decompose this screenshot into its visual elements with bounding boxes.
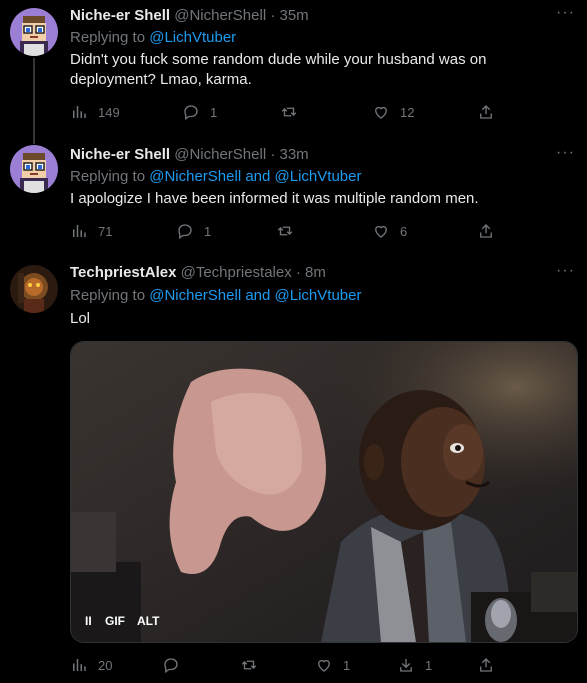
gif-frame-image (71, 342, 577, 642)
analytics-icon (73, 659, 86, 671)
analytics-icon (73, 106, 86, 118)
reply-button[interactable]: 1 (182, 102, 217, 122)
avatar[interactable] (10, 8, 58, 56)
reply-icon (178, 224, 192, 240)
retweet-button[interactable] (276, 221, 304, 241)
like-button[interactable]: 12 (372, 102, 414, 122)
display-name[interactable]: Niche-er Shell (70, 7, 170, 24)
replying-to: Replying to @LichVtuber (70, 28, 236, 48)
views-count: 20 (98, 657, 113, 673)
handle-time[interactable]: @NicherShell · 33m (174, 146, 308, 163)
share-button[interactable] (477, 221, 495, 241)
views-count: 149 (98, 104, 120, 120)
heart-icon (318, 659, 330, 672)
like-count: 1 (343, 657, 351, 673)
analytics-icon (73, 225, 86, 237)
reply-button[interactable] (162, 655, 190, 675)
action-bar: 149 1 12 (70, 102, 510, 122)
handle-time[interactable]: @Techpriestalex · 8m (181, 264, 326, 281)
action-bar: 71 1 6 (70, 221, 510, 241)
replying-and: and (241, 168, 275, 185)
retweet-icon (281, 107, 297, 117)
retweet-button[interactable] (280, 102, 308, 122)
tweet-header: Niche-er Shell @NicherShell · 33m (70, 145, 309, 165)
replying-to: Replying to @NicherShell and @LichVtuber (70, 167, 361, 187)
tweet-text: Didn't you fuck some random dude while y… (70, 51, 487, 88)
handle-time[interactable]: @NicherShell · 35m (174, 7, 308, 24)
reply-count: 1 (204, 223, 212, 239)
display-name[interactable]: Niche-er Shell (70, 146, 170, 163)
views-button[interactable]: 71 (70, 221, 112, 241)
replying-and: and (241, 287, 275, 304)
avatar[interactable] (10, 145, 58, 193)
download-button[interactable]: 1 (397, 655, 432, 675)
share-icon (480, 105, 492, 119)
views-button[interactable]: 20 (70, 655, 112, 675)
gif-badge: GIF (105, 614, 125, 628)
tweet-text: I apologize I have been informed it was … (70, 190, 479, 207)
like-button[interactable]: 6 (372, 221, 407, 241)
views-button[interactable]: 149 (70, 102, 120, 122)
tweet-header: Niche-er Shell @NicherShell · 35m (70, 6, 309, 26)
gif-media[interactable]: II GIF ALT (70, 341, 578, 643)
share-icon (480, 658, 492, 672)
more-options-icon[interactable]: ··· (556, 144, 575, 162)
more-options-icon[interactable]: ··· (556, 4, 575, 22)
display-name[interactable]: TechpriestAlex (70, 264, 176, 281)
replying-prefix: Replying to (70, 168, 150, 185)
mention-link[interactable]: @NicherShell (149, 287, 241, 304)
replying-prefix: Replying to (70, 287, 150, 304)
tweet-header: TechpriestAlex @Techpriestalex · 8m (70, 263, 326, 283)
mention-link[interactable]: @LichVtuber (275, 168, 362, 185)
tweet-text: Lol (70, 310, 91, 327)
retweet-button[interactable] (240, 655, 268, 675)
action-bar: 20 1 1 (70, 655, 510, 675)
heart-icon (375, 106, 387, 119)
tweet-2[interactable]: Niche-er Shell @NicherShell · 33m ··· Re… (0, 135, 587, 255)
download-count: 1 (425, 657, 433, 673)
download-icon (400, 659, 412, 672)
reply-icon (164, 658, 178, 674)
mention-link[interactable]: @NicherShell (149, 168, 241, 185)
tweet-1[interactable]: Niche-er Shell @NicherShell · 35m ··· Re… (0, 0, 587, 135)
retweet-icon (277, 226, 293, 236)
share-icon (480, 224, 492, 238)
avatar[interactable] (10, 265, 58, 313)
pause-button[interactable]: II (83, 612, 94, 630)
heart-icon (375, 225, 387, 238)
like-count: 6 (400, 223, 408, 239)
retweet-icon (241, 660, 257, 670)
views-count: 71 (98, 223, 113, 239)
reply-count: 1 (210, 104, 218, 120)
reply-icon (184, 105, 198, 121)
like-count: 12 (400, 104, 415, 120)
replying-prefix: Replying to (70, 29, 150, 46)
mention-link[interactable]: @LichVtuber (275, 287, 362, 304)
replying-to: Replying to @NicherShell and @LichVtuber (70, 286, 361, 306)
share-button[interactable] (477, 655, 495, 675)
more-options-icon[interactable]: ··· (556, 262, 575, 280)
alt-badge[interactable]: ALT (135, 612, 161, 630)
like-button[interactable]: 1 (315, 655, 350, 675)
mention-link[interactable]: @LichVtuber (149, 29, 236, 46)
share-button[interactable] (477, 102, 495, 122)
reply-button[interactable]: 1 (176, 221, 211, 241)
